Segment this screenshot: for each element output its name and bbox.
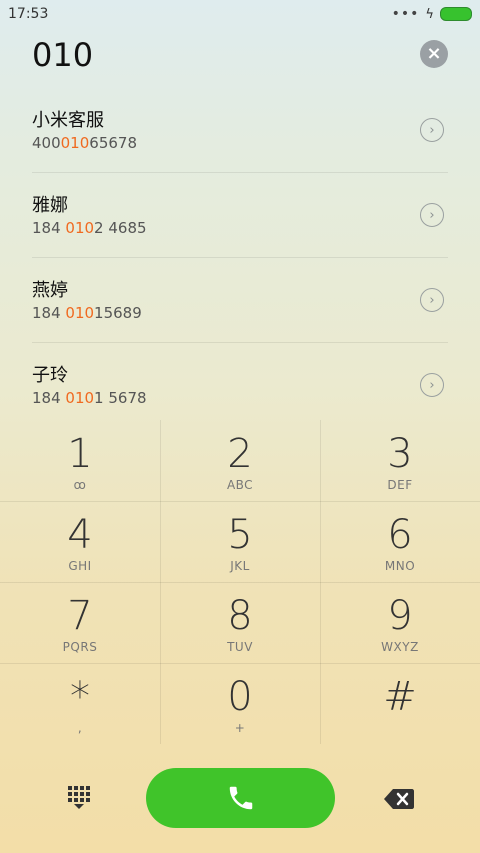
contact-number: 184 0102 4685	[32, 219, 147, 237]
chevron-right-icon[interactable]: ›	[420, 118, 444, 142]
contact-name: 子玲	[32, 365, 68, 386]
key-6[interactable]: 6 MNO	[320, 501, 480, 582]
key-8[interactable]: 8 TUV	[160, 582, 320, 663]
key-0[interactable]: 0 +	[160, 663, 320, 744]
key-3[interactable]: 3 DEF	[320, 420, 480, 501]
charging-icon: ϟ	[425, 6, 434, 22]
contact-number: 184 0101 5678	[32, 389, 147, 407]
key-1[interactable]: 1 ꝏ	[0, 420, 160, 501]
contact-results: 小米客服 40001065678 › 雅娜 184 0102 4685 › 燕婷…	[32, 88, 448, 427]
key-hash[interactable]: #	[320, 663, 480, 744]
backspace-icon[interactable]	[384, 788, 414, 814]
contact-name: 雅娜	[32, 195, 68, 216]
contact-result[interactable]: 雅娜 184 0102 4685 ›	[32, 173, 448, 258]
contact-name: 小米客服	[32, 110, 104, 131]
chevron-right-icon[interactable]: ›	[420, 373, 444, 397]
signal-dots-icon: •••	[391, 6, 420, 22]
key-9[interactable]: 9 WXYZ	[320, 582, 480, 663]
chevron-right-icon[interactable]: ›	[420, 203, 444, 227]
contact-result[interactable]: 小米客服 40001065678 ›	[32, 88, 448, 173]
status-time: 17:53	[8, 6, 49, 22]
key-4[interactable]: 4 GHI	[0, 501, 160, 582]
chevron-right-icon[interactable]: ›	[420, 288, 444, 312]
contact-number: 184 01015689	[32, 304, 142, 322]
contact-result[interactable]: 燕婷 184 01015689 ›	[32, 258, 448, 343]
dialed-number: 010	[32, 36, 94, 74]
key-star[interactable]: * ,	[0, 663, 160, 744]
key-5[interactable]: 5 JKL	[160, 501, 320, 582]
call-button[interactable]	[146, 768, 335, 828]
phone-icon	[229, 786, 252, 810]
key-7[interactable]: 7 PQRS	[0, 582, 160, 663]
battery-icon	[440, 7, 472, 21]
contact-result[interactable]: 子玲 184 0101 5678 ›	[32, 343, 448, 427]
dialpad-icon[interactable]	[66, 784, 92, 814]
dial-keypad: 1 ꝏ 2 ABC 3 DEF 4 GHI 5 JKL 6 MNO 7 PQRS…	[0, 420, 480, 744]
voicemail-icon: ꝏ	[73, 478, 87, 492]
status-bar: 17:53 ••• ϟ	[0, 0, 480, 28]
clear-icon[interactable]: ×	[420, 40, 448, 68]
contact-number: 40001065678	[32, 134, 137, 152]
contact-name: 燕婷	[32, 280, 68, 301]
key-2[interactable]: 2 ABC	[160, 420, 320, 501]
bottom-bar	[0, 744, 480, 853]
status-right: ••• ϟ	[392, 7, 472, 22]
